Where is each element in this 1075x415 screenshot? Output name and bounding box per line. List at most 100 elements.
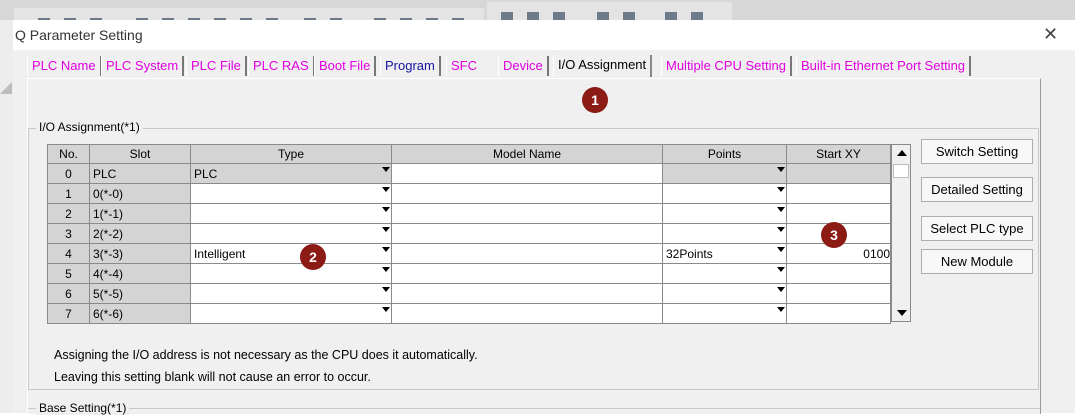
start-xy-cell[interactable] (786, 263, 891, 284)
tab-multiple-cpu-setting[interactable]: Multiple CPU Setting (661, 56, 792, 76)
type-dropdown-button[interactable] (373, 264, 391, 283)
chevron-down-icon (382, 167, 390, 172)
points-dropdown-button[interactable] (768, 284, 786, 303)
type-cell[interactable] (190, 303, 392, 324)
tab-plc-name[interactable]: PLC Name (27, 56, 102, 76)
start-xy-cell[interactable] (786, 283, 891, 304)
points-value (663, 187, 666, 201)
type-dropdown-button[interactable] (373, 244, 391, 263)
points-cell[interactable] (662, 183, 787, 204)
slot-cell: 1(*-1) (89, 203, 191, 224)
slot-cell: 4(*-4) (89, 263, 191, 284)
tab-builtin-ethernet-port-setting[interactable]: Built-in Ethernet Port Setting (796, 56, 972, 76)
scroll-up-icon[interactable] (897, 150, 907, 156)
model-name-cell[interactable] (391, 263, 663, 284)
model-name-cell[interactable] (391, 203, 663, 224)
type-value (191, 287, 194, 301)
points-dropdown-button[interactable] (768, 164, 786, 183)
points-cell[interactable] (662, 303, 787, 324)
model-name-cell[interactable] (391, 223, 663, 244)
new-module-button[interactable]: New Module (921, 249, 1033, 274)
points-dropdown-button[interactable] (768, 304, 786, 323)
scroll-down-icon[interactable] (897, 310, 907, 316)
model-name-cell[interactable] (391, 183, 663, 204)
points-dropdown-button[interactable] (768, 264, 786, 283)
table-row: 0 PLC PLC (47, 163, 891, 184)
type-dropdown-button[interactable] (373, 284, 391, 303)
type-cell[interactable] (190, 223, 392, 244)
type-dropdown-button[interactable] (373, 304, 391, 323)
tab-plc-ras[interactable]: PLC RAS (248, 56, 315, 76)
type-cell[interactable]: PLC (190, 163, 392, 184)
select-plc-type-button[interactable]: Select PLC type (921, 216, 1033, 241)
chevron-down-icon (382, 207, 390, 212)
type-cell[interactable] (190, 263, 392, 284)
table-row: 5 4(*-4) (47, 263, 891, 284)
tab-sfc[interactable]: SFC (446, 56, 504, 76)
points-cell[interactable]: 32Points (662, 243, 787, 264)
tab-io-assignment[interactable]: I/O Assignment (553, 55, 653, 77)
row-number: 3 (47, 223, 90, 244)
model-name-value (392, 167, 395, 181)
tab-device[interactable]: Device (498, 56, 549, 76)
close-icon[interactable]: ✕ (1043, 24, 1058, 45)
scroll-thumb[interactable] (893, 164, 909, 178)
toolbar-icon (665, 12, 677, 20)
divider (28, 408, 1040, 409)
points-value (663, 227, 666, 241)
points-dropdown-button[interactable] (768, 184, 786, 203)
slot-cell: 3(*-3) (89, 243, 191, 264)
points-value: 32Points (666, 246, 713, 261)
tab-program[interactable]: Program (380, 56, 441, 76)
points-cell[interactable] (662, 163, 787, 184)
points-cell[interactable] (662, 203, 787, 224)
slot-cell: 2(*-2) (89, 223, 191, 244)
type-cell[interactable] (190, 183, 392, 204)
model-name-cell[interactable] (391, 283, 663, 304)
type-cell[interactable] (190, 283, 392, 304)
model-name-value (392, 207, 395, 221)
points-dropdown-button[interactable] (768, 204, 786, 223)
toolbar-icon (553, 12, 565, 20)
points-value (663, 207, 666, 221)
chevron-down-icon (777, 307, 785, 312)
start-xy-cell[interactable] (786, 163, 891, 184)
model-name-cell[interactable] (391, 303, 663, 324)
type-value (191, 267, 194, 281)
start-xy-cell[interactable] (786, 183, 891, 204)
model-name-cell[interactable] (391, 243, 663, 264)
model-name-cell[interactable] (391, 163, 663, 184)
points-cell[interactable] (662, 263, 787, 284)
info-note: Leaving this setting blank will not caus… (54, 370, 371, 384)
points-dropdown-button[interactable] (768, 224, 786, 243)
type-cell[interactable] (190, 203, 392, 224)
type-value (191, 207, 194, 221)
points-value (663, 267, 666, 281)
points-cell[interactable] (662, 223, 787, 244)
io-assignment-table: No. Slot Type Model Name Points Start XY… (47, 144, 891, 324)
type-cell[interactable]: Intelligent (190, 243, 392, 264)
toolbar-icon (597, 12, 609, 20)
type-dropdown-button[interactable] (373, 184, 391, 203)
detailed-setting-button[interactable]: Detailed Setting (921, 177, 1033, 202)
type-dropdown-button[interactable] (373, 204, 391, 223)
type-value: PLC (194, 166, 218, 181)
switch-setting-button[interactable]: Switch Setting (921, 139, 1033, 164)
toolbar-row (487, 2, 732, 20)
chevron-down-icon (777, 207, 785, 212)
points-cell[interactable] (662, 283, 787, 304)
column-header-start-xy: Start XY (786, 144, 891, 164)
table-scrollbar[interactable] (891, 144, 911, 322)
tab-plc-system[interactable]: PLC System (101, 56, 185, 76)
tab-plc-file[interactable]: PLC File (186, 56, 247, 76)
type-dropdown-button[interactable] (373, 224, 391, 243)
start-xy-cell[interactable] (786, 303, 891, 324)
tab-boot-file[interactable]: Boot File (314, 56, 377, 76)
slot-cell: PLC (89, 163, 191, 184)
table-row: 1 0(*-0) (47, 183, 891, 204)
points-dropdown-button[interactable] (768, 244, 786, 263)
type-dropdown-button[interactable] (373, 164, 391, 183)
start-xy-cell[interactable] (786, 203, 891, 224)
chevron-down-icon (382, 247, 390, 252)
points-value (663, 167, 666, 181)
